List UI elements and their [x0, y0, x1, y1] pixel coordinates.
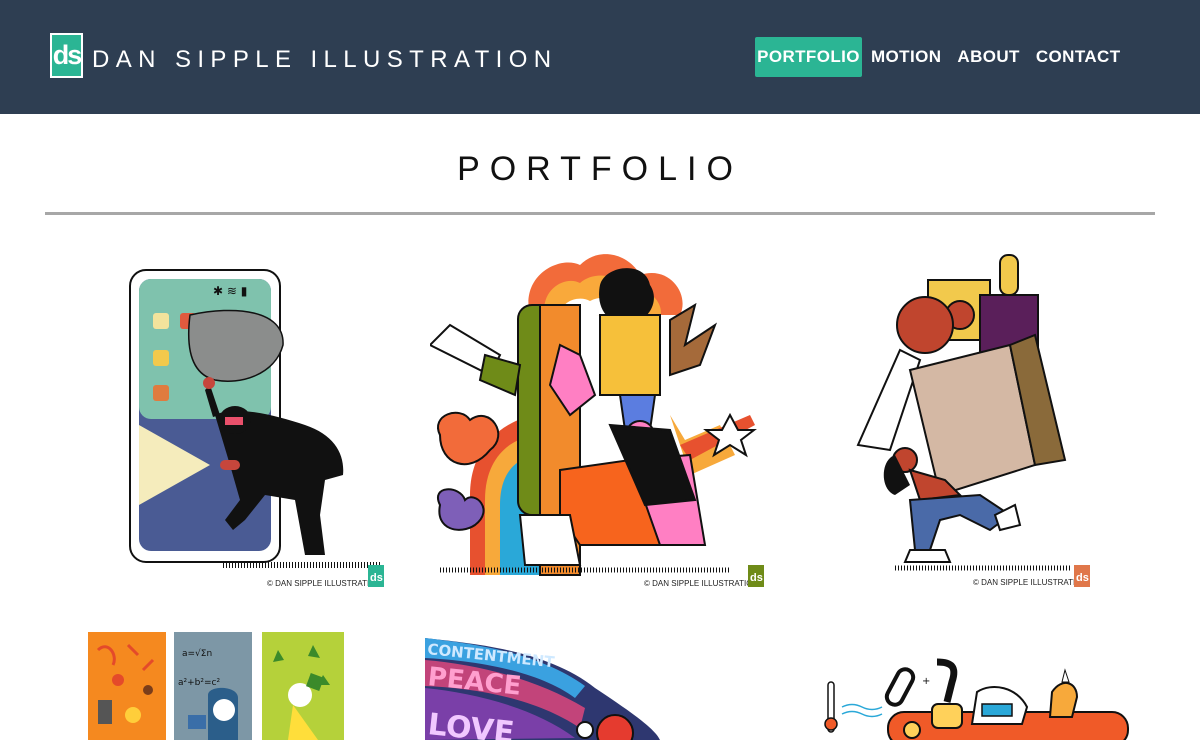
- nav-item-about[interactable]: ABOUT: [949, 37, 1027, 77]
- contentment-peace-love-illustration: CONTENTMENT PEACE LOVE: [425, 638, 660, 740]
- main-nav: PORTFOLIO MOTION ABOUT CONTACT: [755, 37, 1129, 77]
- logo-mark[interactable]: ds: [50, 33, 83, 78]
- credit-mark: ds: [1076, 572, 1089, 584]
- title-divider: [45, 212, 1155, 215]
- credit-text: © DAN SIPPLE ILLUSTRATION: [267, 579, 381, 588]
- svg-text:✱ ≋ ▮: ✱ ≋ ▮: [213, 284, 247, 298]
- site-header: ds DAN SIPPLE ILLUSTRATION PORTFOLIO MOT…: [0, 0, 1200, 114]
- peace-sign-crowd-illustration: © DAN SIPPLE ILLUSTRATION ds: [430, 254, 764, 588]
- portfolio-item-contentment[interactable]: CONTENTMENT PEACE LOVE: [425, 638, 660, 740]
- poster-triptych-illustration: a=√Σn a²+b²=c²: [88, 632, 344, 740]
- credit-mark: ds: [750, 572, 763, 584]
- portfolio-item-poster-triptych[interactable]: a=√Σn a²+b²=c²: [88, 630, 346, 740]
- portfolio-item-shopper-box[interactable]: © DAN SIPPLE ILLUSTRATION ds: [850, 250, 1095, 590]
- credit-mark: ds: [370, 572, 383, 584]
- svg-text:+: +: [922, 676, 930, 687]
- machinery-illustration: +: [824, 658, 1129, 740]
- logo-mark-text: ds: [52, 40, 83, 70]
- nav-item-contact[interactable]: CONTACT: [1028, 37, 1129, 77]
- svg-text:a=√Σn: a=√Σn: [182, 648, 212, 659]
- credit-text: © DAN SIPPLE ILLUSTRATION: [644, 579, 758, 588]
- portfolio-item-peace-crowd[interactable]: © DAN SIPPLE ILLUSTRATION ds: [430, 245, 770, 590]
- nav-item-motion[interactable]: MOTION: [863, 37, 949, 77]
- credit-text: © DAN SIPPLE ILLUSTRATION: [973, 578, 1087, 587]
- portfolio-item-phone-thief[interactable]: ✱ ≋ ▮ © DAN SIPPLE ILLUSTRATION ds: [125, 265, 390, 590]
- portfolio-item-machinery[interactable]: +: [822, 652, 1134, 740]
- page-title: PORTFOLIO: [457, 150, 743, 188]
- shopper-carrying-box-illustration: © DAN SIPPLE ILLUSTRATION ds: [856, 254, 1090, 587]
- phone-thief-illustration: ✱ ≋ ▮ © DAN SIPPLE ILLUSTRATION ds: [129, 269, 384, 588]
- site-brand-name[interactable]: DAN SIPPLE ILLUSTRATION: [92, 44, 558, 76]
- nav-item-portfolio[interactable]: PORTFOLIO: [755, 37, 862, 77]
- svg-text:a²+b²=c²: a²+b²=c²: [178, 678, 220, 688]
